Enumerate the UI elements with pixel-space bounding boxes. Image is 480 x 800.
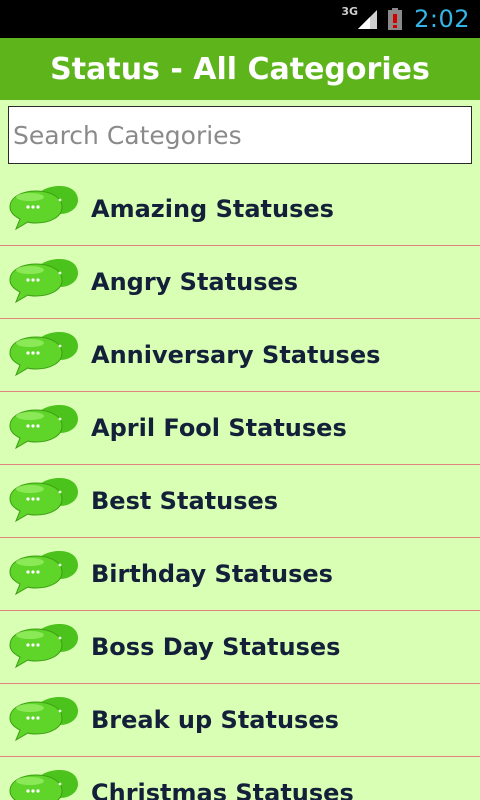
list-item-label: Anniversary Statuses xyxy=(91,341,381,369)
category-list: Amazing Statuses Angry Statuses Annivers xyxy=(0,173,480,800)
list-item-label: Boss Day Statuses xyxy=(91,633,341,661)
list-item-category[interactable]: April Fool Statuses xyxy=(0,392,480,465)
chat-bubbles-icon xyxy=(9,332,78,377)
list-item-label: April Fool Statuses xyxy=(91,414,347,442)
network-type-label: 3G xyxy=(341,4,359,18)
list-item-category[interactable]: Boss Day Statuses xyxy=(0,611,480,684)
list-item-label: Break up Statuses xyxy=(91,706,339,734)
list-item-label: Birthday Statuses xyxy=(91,560,333,588)
list-item-label: Christmas Statuses xyxy=(91,779,354,800)
chat-bubbles-icon xyxy=(9,405,78,450)
system-status-bar: 3G 2:02 xyxy=(0,0,480,38)
chat-bubbles-icon xyxy=(9,478,78,523)
list-item-category[interactable]: Best Statuses xyxy=(0,465,480,538)
list-item-category[interactable]: Anniversary Statuses xyxy=(0,319,480,392)
list-item-category[interactable]: Break up Statuses xyxy=(0,684,480,757)
list-item-category[interactable]: Amazing Statuses xyxy=(0,173,480,246)
list-item-label: Best Statuses xyxy=(91,487,279,515)
list-item-label: Angry Statuses xyxy=(91,268,299,296)
list-item-category[interactable]: Christmas Statuses xyxy=(0,757,480,800)
signal-icon xyxy=(358,10,378,29)
chat-bubbles-icon xyxy=(9,186,78,231)
page-title: Status - All Categories xyxy=(50,51,430,87)
battery-alert-icon xyxy=(388,8,403,30)
clock: 2:02 xyxy=(414,5,470,33)
app-title-bar: Status - All Categories xyxy=(0,38,480,100)
search-input[interactable] xyxy=(9,107,471,163)
chat-bubbles-icon xyxy=(9,551,78,596)
list-item-category[interactable]: Birthday Statuses xyxy=(0,538,480,611)
chat-bubbles-icon xyxy=(9,697,78,742)
list-item-label: Amazing Statuses xyxy=(91,195,334,223)
chat-bubbles-icon xyxy=(9,770,78,800)
chat-bubbles-icon xyxy=(9,259,78,304)
list-item-category[interactable]: Angry Statuses xyxy=(0,246,480,319)
search-box[interactable] xyxy=(8,106,472,164)
chat-bubbles-icon xyxy=(9,624,78,669)
